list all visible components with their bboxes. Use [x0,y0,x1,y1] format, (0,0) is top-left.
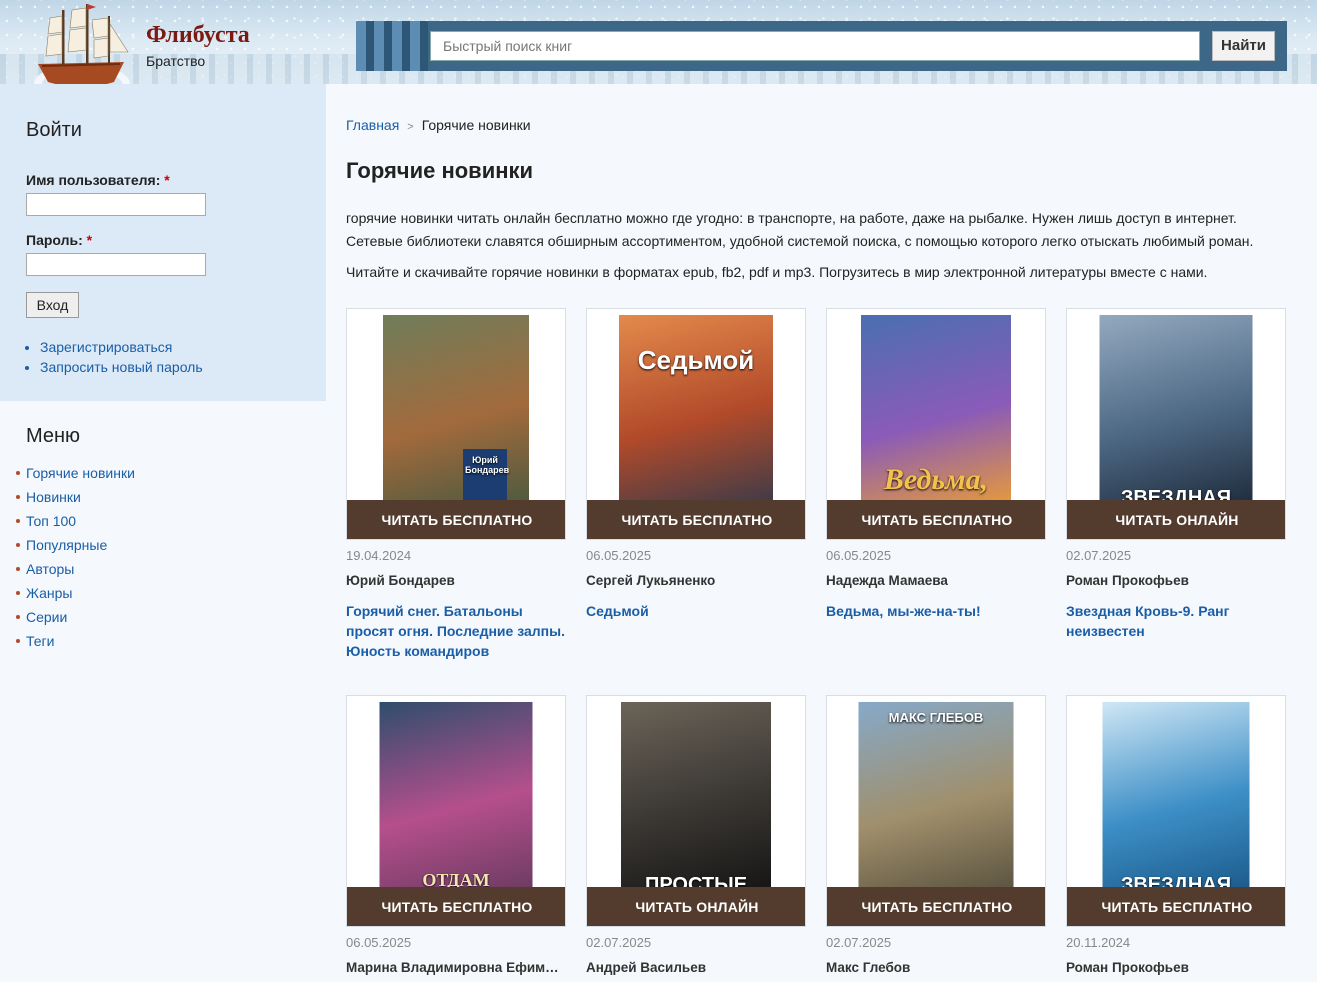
book-cover-image[interactable]: МАКС ГЛЕБОВ [858,702,1014,892]
book-cover-text: Седьмой [637,345,755,375]
book-author[interactable]: Юрий Бондарев [346,573,566,588]
menu-item-series[interactable]: Серии [16,606,135,630]
book-cover-box[interactable]: Ведьма, ЧИТАТЬ БЕСПЛАТНО [826,308,1046,540]
book-cover-image[interactable]: Седьмой [619,315,773,505]
book-date: 06.05.2025 [586,548,652,563]
read-button[interactable]: ЧИТАТЬ БЕСПЛАТНО [347,500,565,539]
password-field[interactable] [26,253,206,276]
password-label-text: Пароль: [26,232,83,248]
search-decoration [356,21,428,71]
book-author[interactable]: Макс Глебов [826,960,1046,975]
book-cover-text: Ведьма, [883,463,989,496]
book-title[interactable]: Седьмой [586,601,811,621]
book-date: 20.11.2024 [1066,935,1131,950]
read-button[interactable]: ЧИТАТЬ БЕСПЛАТНО [347,887,565,926]
page-intro: горячие новинки читать онлайн бесплатно … [346,210,1254,249]
username-label-text: Имя пользователя: [26,172,161,188]
book-title[interactable]: Ведьма, мы-же-на-ты! [826,601,1051,621]
login-block: Войти Имя пользователя: * Пароль: * Вход… [0,84,326,401]
read-button[interactable]: ЧИТАТЬ ОНЛАЙН [587,887,805,926]
book-cover-image[interactable]: ЗВЕЗДНАЯ [1099,315,1253,505]
menu-link[interactable]: Популярные [26,537,107,553]
menu-link[interactable]: Топ 100 [26,513,76,529]
menu-link[interactable]: Серии [26,609,67,625]
book-title[interactable]: Звездная Кровь-9. Ранг неизвестен [1066,601,1291,641]
register-link[interactable]: Зарегистрироваться [40,337,203,357]
login-links: Зарегистрироваться Запросить новый парол… [26,337,203,377]
book-cover-image[interactable]: ОТДАМ ДРАКОНА [379,702,533,892]
menu-item-top100[interactable]: Топ 100 [16,510,135,534]
menu-item-popular[interactable]: Популярные [16,534,135,558]
book-date: 02.07.2025 [586,935,652,950]
ship-logo-icon[interactable] [28,2,132,84]
book-title[interactable]: Горячий снег. Батальоны просят огня. Пос… [346,601,571,661]
breadcrumb: Главная > Горячие новинки [346,117,531,133]
main-content: Главная > Горячие новинки Горячие новинки … [326,84,1317,982]
site-name[interactable]: Флибуста [146,22,250,49]
login-title: Войти [26,119,82,141]
required-mark: * [86,232,93,248]
search-input[interactable]: Быстрый поиск книг [430,31,1200,61]
menu-item-tags[interactable]: Теги [16,630,135,654]
book-cover-box[interactable]: ЗВЕЗДНАЯ ЧИТАТЬ БЕСПЛАТНО [1066,695,1286,927]
page-intro-2: Читайте и скачивайте горячие новинки в ф… [346,264,1208,280]
menu-item-authors[interactable]: Авторы [16,558,135,582]
book-cover-box[interactable]: ПРОСТЫЕ ЧИТАТЬ ОНЛАЙН [586,695,806,927]
new-password-link[interactable]: Запросить новый пароль [40,357,203,377]
book-cover-image[interactable]: ЗВЕЗДНАЯ [1102,702,1250,892]
book-date: 19.04.2024 [346,548,412,563]
book-author[interactable]: Сергей Лукьяненко [586,573,806,588]
book-cover-box[interactable]: Седьмой ЧИТАТЬ БЕСПЛАТНО [586,308,806,540]
read-button[interactable]: ЧИТАТЬ БЕСПЛАТНО [827,887,1045,926]
menu-link[interactable]: Жанры [26,585,72,601]
book-author[interactable]: Надежда Мамаева [826,573,1046,588]
menu-list: Горячие новинки Новинки Топ 100 Популярн… [16,462,135,654]
book-author[interactable]: Андрей Васильев [586,960,806,975]
menu-item-hot-new[interactable]: Горячие новинки [16,462,135,486]
username-field[interactable] [26,193,206,216]
menu-link[interactable]: Авторы [26,561,74,577]
book-author[interactable]: Роман Прокофьев [1066,573,1286,588]
menu-item-new[interactable]: Новинки [16,486,135,510]
book-author[interactable]: Марина Владимировна Ефимиченко [346,960,566,975]
menu-title: Меню [26,425,81,447]
required-mark: * [164,172,170,188]
read-button[interactable]: ЧИТАТЬ БЕСПЛАТНО [587,500,805,539]
book-cover-image[interactable]: Ведьма, [861,315,1011,505]
menu-link[interactable]: Теги [26,633,54,649]
book-cover-box[interactable]: Юрий Бондарев ЧИТАТЬ БЕСПЛАТНО [346,308,566,540]
read-button[interactable]: ЧИТАТЬ БЕСПЛАТНО [1067,887,1285,926]
username-label: Имя пользователя: * [26,172,170,188]
menu-link[interactable]: Новинки [26,489,81,505]
book-author[interactable]: Роман Прокофьев [1066,960,1286,975]
page-title: Горячие новинки [346,158,534,183]
book-date: 02.07.2025 [826,935,892,950]
book-date: 02.07.2025 [1066,548,1132,563]
search-button[interactable]: Найти [1212,31,1275,61]
read-button[interactable]: ЧИТАТЬ БЕСПЛАТНО [827,500,1045,539]
book-cover-box[interactable]: МАКС ГЛЕБОВ ЧИТАТЬ БЕСПЛАТНО [826,695,1046,927]
search-bar: Быстрый поиск книг Найти [356,21,1287,71]
book-cover-box[interactable]: ЗВЕЗДНАЯ ЧИТАТЬ ОНЛАЙН [1066,308,1286,540]
book-cover-text: Юрий Бондарев [463,449,509,501]
menu-link[interactable]: Горячие новинки [26,465,135,481]
breadcrumb-home-link[interactable]: Главная [346,117,399,133]
book-cover-text: МАКС ГЛЕБОВ [888,710,984,725]
read-button[interactable]: ЧИТАТЬ ОНЛАЙН [1067,500,1285,539]
breadcrumb-separator: > [407,121,414,133]
book-date: 06.05.2025 [826,548,892,563]
site-slogan: Братство [146,53,206,69]
breadcrumb-current: Горячие новинки [421,117,531,133]
book-date: 06.05.2025 [346,935,412,950]
menu-item-genres[interactable]: Жанры [16,582,135,606]
book-cover-image[interactable]: ПРОСТЫЕ [621,702,771,892]
login-button[interactable]: Вход [26,292,79,318]
site-header: Флибуста Братство Быстрый поиск книг Най… [0,0,1317,84]
password-label: Пароль: * [26,232,92,248]
book-cover-image[interactable]: Юрий Бондарев [383,315,529,505]
book-cover-box[interactable]: ОТДАМ ДРАКОНА ЧИТАТЬ БЕСПЛАТНО [346,695,566,927]
